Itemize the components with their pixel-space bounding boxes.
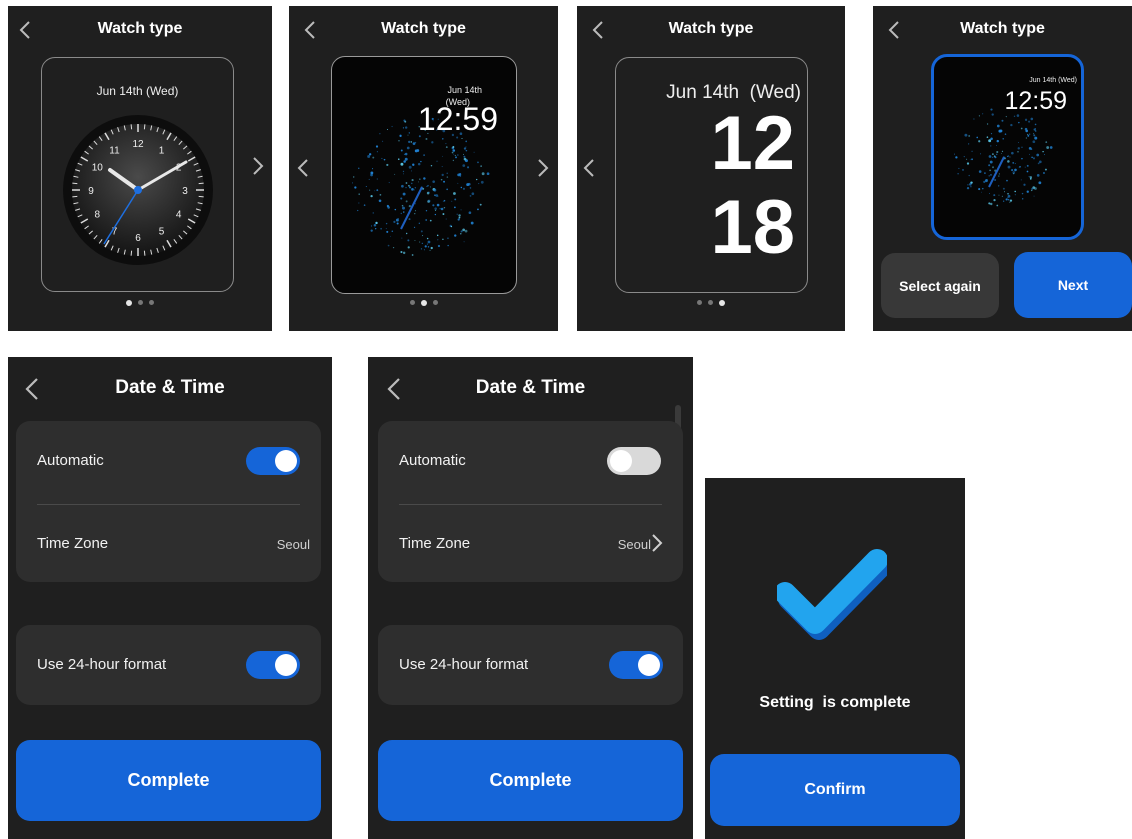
watch-type-screen-analog: Watch type Jun 14th (Wed) 12 1 2 3 4 5 6 7 8 9 10 1… xyxy=(8,6,272,331)
dial-number: 11 xyxy=(109,145,120,156)
confirm-button[interactable]: Confirm xyxy=(710,754,960,826)
dial-number: 3 xyxy=(182,186,188,197)
automatic-label: Automatic xyxy=(37,452,104,469)
page-title: Watch type xyxy=(381,20,466,37)
page-indicator xyxy=(8,299,272,306)
page-indicator xyxy=(577,299,845,306)
24-hour-format-toggle[interactable] xyxy=(246,651,300,679)
page-dot xyxy=(126,299,132,306)
page-dot xyxy=(708,300,713,305)
page-indicator xyxy=(289,299,558,306)
complete-button[interactable]: Complete xyxy=(16,740,321,821)
date-line-1: Jun 14th xyxy=(447,85,482,95)
particle-burst xyxy=(352,117,490,256)
page-title: Watch type xyxy=(668,20,754,37)
next-button[interactable]: Next xyxy=(1014,252,1132,318)
automatic-label: Automatic xyxy=(399,452,466,469)
format-card: Use 24-hour format xyxy=(16,625,321,705)
page-dot xyxy=(420,299,427,306)
settings-card: Automatic Time Zone Seoul xyxy=(16,421,321,582)
watch-type-screen-selected: Watch type Jun 14th (Wed) 12:59 Select a… xyxy=(873,6,1132,331)
page-title: Watch type xyxy=(97,20,183,37)
select-again-button[interactable]: Select again xyxy=(881,253,999,318)
minute-digits: 18 xyxy=(710,185,795,270)
checkmark-icon xyxy=(777,549,887,640)
digital-time: 12:59 xyxy=(1004,87,1067,115)
prev-chevron-icon[interactable] xyxy=(297,158,309,178)
chevron-right-icon[interactable] xyxy=(651,533,663,553)
page-title: Date & Time xyxy=(475,377,586,398)
digital-time: 12:59 xyxy=(417,101,498,137)
date-label: Jun 14th (Wed) xyxy=(1029,77,1077,84)
page-title: Watch type xyxy=(960,20,1045,37)
page-dot xyxy=(409,300,415,305)
dial-number: 12 xyxy=(132,139,144,150)
prev-chevron-icon[interactable] xyxy=(583,158,595,178)
watch-face-preview[interactable]: Jun 14th (Wed) 12:59 xyxy=(331,56,517,294)
divider xyxy=(37,504,300,505)
dial-number: 9 xyxy=(88,186,94,197)
next-chevron-icon[interactable] xyxy=(252,156,264,176)
dial-number: 5 xyxy=(159,227,165,238)
date-label: Jun 14th (Wed) xyxy=(96,84,179,98)
setting-complete-screen: Setting is complete Confirm xyxy=(705,478,965,839)
24-hour-format-label: Use 24-hour format xyxy=(399,656,529,673)
page-dot xyxy=(138,300,143,305)
completion-message: Setting is complete xyxy=(759,694,911,711)
24-hour-format-toggle[interactable] xyxy=(609,651,663,679)
format-card: Use 24-hour format xyxy=(378,625,683,705)
particle-burst xyxy=(953,108,1053,207)
automatic-toggle[interactable] xyxy=(246,447,300,475)
settings-card: Automatic Time Zone Seoul xyxy=(378,421,683,582)
date-time-screen-automatic: Date & Time Automatic Time Zone Seoul Us… xyxy=(8,357,332,839)
selected-watch-face[interactable]: Jun 14th (Wed) 12:59 xyxy=(931,54,1084,240)
dial-number: 6 xyxy=(135,233,141,244)
date-time-screen-manual: Date & Time Automatic Time Zone Seoul Us… xyxy=(368,357,693,839)
timezone-value[interactable]: Seoul xyxy=(277,537,310,552)
page-dot xyxy=(697,300,702,305)
watch-face-preview[interactable]: Jun 14th (Wed) 12 1 2 3 4 5 6 7 8 9 10 11 xyxy=(41,57,234,292)
timezone-value[interactable]: Seoul xyxy=(618,537,651,552)
divider xyxy=(399,504,662,505)
timezone-label: Time Zone xyxy=(37,535,109,552)
page-dot xyxy=(149,300,154,305)
page-title: Date & Time xyxy=(115,377,225,398)
dial-number: 10 xyxy=(92,163,104,174)
analog-clock-dial: 121234567891011 xyxy=(63,115,213,265)
timezone-label: Time Zone xyxy=(399,535,471,552)
dial-number: 8 xyxy=(95,210,101,221)
automatic-toggle[interactable] xyxy=(607,447,661,475)
24-hour-format-label: Use 24-hour format xyxy=(37,656,167,673)
watch-face-preview[interactable]: Jun 14th (Wed) 12 18 xyxy=(615,57,808,293)
dial-number: 1 xyxy=(159,145,165,156)
next-chevron-icon[interactable] xyxy=(537,158,549,178)
page-dot xyxy=(719,299,725,306)
complete-button[interactable]: Complete xyxy=(378,740,683,821)
dial-number: 4 xyxy=(176,210,182,221)
watch-type-screen-large-digits: Watch type Jun 14th (Wed) 12 18 xyxy=(577,6,845,331)
watch-type-screen-particles: Watch type Jun 14th (Wed) 12:59 xyxy=(289,6,558,331)
hour-digits: 12 xyxy=(710,101,795,186)
page-dot xyxy=(432,300,438,305)
